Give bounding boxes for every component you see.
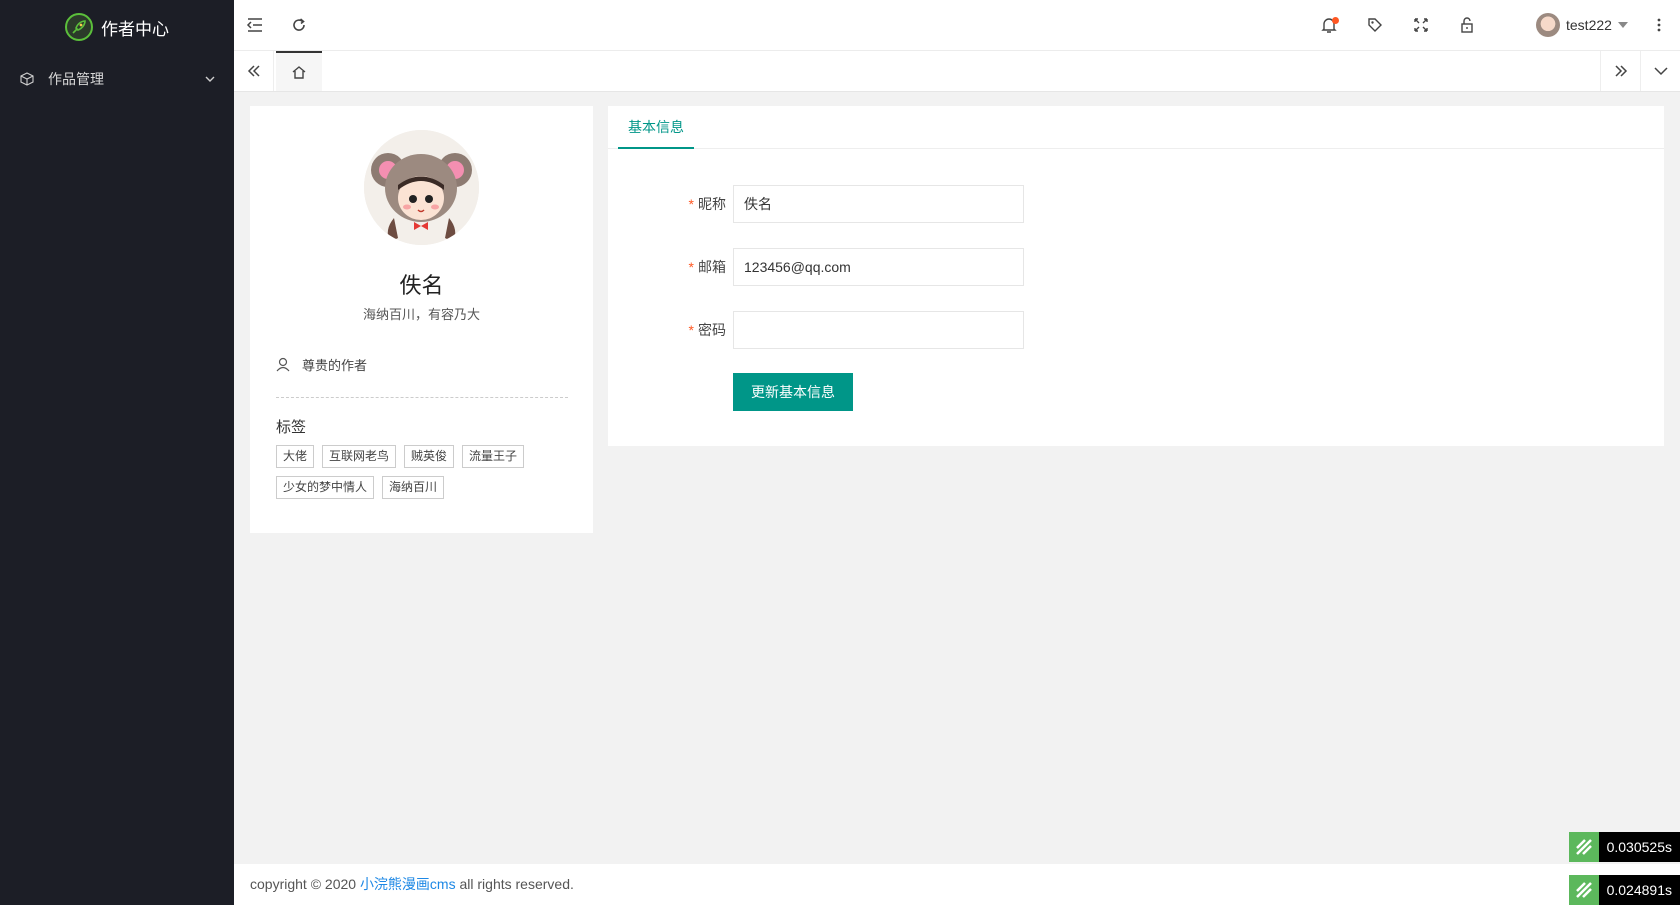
required-star: * xyxy=(688,322,694,338)
username: test222 xyxy=(1566,17,1612,33)
profile-name: 佚名 xyxy=(399,274,444,299)
tag: 贼英俊 xyxy=(404,445,455,468)
menu-collapse-icon[interactable] xyxy=(244,14,266,36)
user-icon xyxy=(276,357,290,372)
caret-down-icon xyxy=(1617,22,1628,28)
sidebar: 作者中心 作品管理 xyxy=(0,0,234,905)
profile-role-label: 尊贵的作者 xyxy=(302,358,368,373)
nickname-label: * 昵称 xyxy=(688,196,726,212)
app-logo[interactable]: 作者中心 xyxy=(0,0,234,54)
timer-value: 0.030525s xyxy=(1598,832,1680,862)
top-header: test222 xyxy=(234,0,1680,51)
tag: 少女的梦中情人 xyxy=(276,476,375,499)
info-tabs: 基本信息 xyxy=(608,106,1664,149)
leaf-logo-icon xyxy=(1568,832,1599,862)
leaf-logo-icon xyxy=(1568,875,1599,905)
tabs-scroll-right-icon[interactable] xyxy=(1600,51,1640,91)
timer-badge: 0.030525s xyxy=(1568,832,1680,862)
rocket-logo-icon xyxy=(65,13,93,41)
page-tabs-bar xyxy=(234,51,1680,92)
user-menu[interactable]: test222 xyxy=(1536,13,1628,37)
cube-icon xyxy=(20,72,34,86)
app-title: 作者中心 xyxy=(101,19,169,39)
update-info-button[interactable]: 更新基本信息 xyxy=(733,373,853,411)
profile-motto: 海纳百川，有容乃大 xyxy=(362,307,480,322)
required-star: * xyxy=(688,259,694,275)
password-row: * 密码 xyxy=(608,311,1664,349)
bell-icon[interactable] xyxy=(1318,14,1340,36)
nickname-input[interactable] xyxy=(733,185,1024,223)
password-label: * 密码 xyxy=(688,322,726,338)
tag-list: 大佬 互联网老鸟 贼英俊 流量王子 少女的梦中情人 海纳百川 xyxy=(276,445,568,499)
more-vertical-icon[interactable] xyxy=(1648,14,1670,36)
notification-dot xyxy=(1332,17,1339,24)
profile-card: 佚名 海纳百川，有容乃大 尊贵的作者 标签 大佬 互联网老鸟 贼英俊 流量王子 … xyxy=(250,106,593,533)
tag: 大佬 xyxy=(276,445,315,468)
tabs-dropdown-icon[interactable] xyxy=(1640,51,1680,91)
tab-home[interactable] xyxy=(276,51,322,91)
sidebar-item-works[interactable]: 作品管理 xyxy=(0,54,234,104)
footer-link[interactable]: 小浣熊漫画cms xyxy=(360,876,456,892)
profile-role: 尊贵的作者 xyxy=(276,355,367,374)
footer-suffix: all rights reserved. xyxy=(455,876,574,892)
nickname-row: * 昵称 xyxy=(608,185,1664,223)
tab-basic-info[interactable]: 基本信息 xyxy=(618,106,694,149)
footer: copyright © 2020 小浣熊漫画cms all rights res… xyxy=(234,864,1680,905)
footer-prefix: copyright © 2020 xyxy=(250,876,360,892)
profile-avatar xyxy=(364,130,479,245)
home-icon xyxy=(292,65,306,79)
chevron-down-icon xyxy=(205,76,215,82)
tag-icon[interactable] xyxy=(1364,14,1386,36)
tag: 流量王子 xyxy=(462,445,525,468)
tag: 互联网老鸟 xyxy=(322,445,397,468)
tabs-scroll-left-icon[interactable] xyxy=(234,51,274,91)
email-input[interactable] xyxy=(733,248,1024,286)
fullscreen-icon[interactable] xyxy=(1410,14,1432,36)
required-star: * xyxy=(688,196,694,212)
sidebar-item-label: 作品管理 xyxy=(48,71,104,87)
tags-title: 标签 xyxy=(276,419,307,436)
email-row: * 邮箱 xyxy=(608,248,1664,286)
divider xyxy=(276,397,568,398)
timer-badge: 0.024891s xyxy=(1568,875,1680,905)
lock-icon[interactable] xyxy=(1456,14,1478,36)
user-avatar xyxy=(1536,13,1560,37)
tag: 海纳百川 xyxy=(382,476,445,499)
basic-info-card: 基本信息 *昵称 *邮箱 *密码 更新基本信息 xyxy=(608,106,1664,446)
timer-value: 0.024891s xyxy=(1598,875,1680,905)
email-label: * 邮箱 xyxy=(688,259,726,275)
refresh-icon[interactable] xyxy=(288,14,310,36)
password-input[interactable] xyxy=(733,311,1024,349)
